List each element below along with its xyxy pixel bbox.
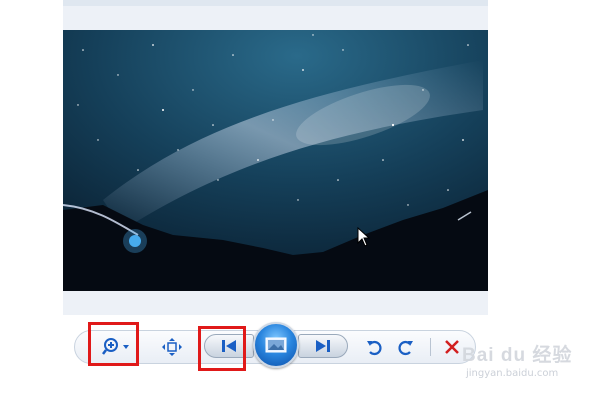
slideshow-icon (265, 337, 287, 353)
watermark-main-text: Bai du 经验 (462, 345, 573, 366)
rotate-clockwise-icon (398, 340, 413, 356)
highlight-box-zoom (88, 322, 139, 366)
baidu-jingyan-watermark: Bai du 经验 jingyan.baidu.com (462, 338, 592, 388)
fit-window-icon (162, 338, 182, 356)
toolbar-divider (430, 338, 431, 356)
slideshow-button[interactable] (253, 322, 299, 368)
mouse-cursor-icon (357, 226, 371, 252)
delete-icon (445, 340, 459, 354)
fit-to-window-button[interactable] (161, 336, 183, 358)
highlight-box-previous (198, 326, 246, 371)
milky-way-photo (63, 30, 488, 291)
rotate-counterclockwise-button[interactable] (363, 336, 385, 358)
rotate-counterclockwise-icon (367, 340, 382, 356)
rotate-clockwise-button[interactable] (395, 336, 417, 358)
delete-button[interactable] (441, 336, 463, 358)
photo-display (63, 30, 488, 291)
watermark-sub-text: jingyan.baidu.com (466, 368, 559, 379)
next-button[interactable] (298, 334, 348, 358)
next-icon (316, 340, 330, 352)
